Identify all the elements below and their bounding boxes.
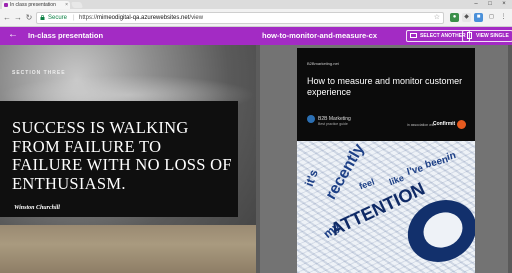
page-title: In-class presentation: [28, 31, 104, 40]
browser-tab[interactable]: In class presentation ×: [2, 1, 70, 9]
right-document-viewer[interactable]: B2Bmarketing.net How to measure and moni…: [260, 45, 512, 273]
quote-card: SUCCESS IS WALKING FROM FAILURE TO FAILU…: [0, 101, 238, 217]
tab-close-icon[interactable]: ×: [65, 1, 68, 9]
forward-icon[interactable]: →: [13, 13, 23, 23]
tab-favicon-icon: [4, 3, 8, 7]
extension-icon[interactable]: ■: [474, 13, 483, 22]
reload-icon[interactable]: ↻: [24, 13, 34, 23]
maximize-icon[interactable]: □: [484, 0, 496, 9]
sponsor-logo-icon: [457, 120, 466, 129]
sponsor-label: in association with: [407, 123, 436, 127]
document-icon: [467, 32, 472, 39]
bookmark-star-icon[interactable]: ☆: [434, 13, 440, 23]
sand: [0, 225, 256, 273]
cover-title: How to measure and monitor customer expe…: [307, 76, 463, 97]
back-arrow-icon[interactable]: ←: [8, 29, 18, 41]
view-single-button[interactable]: VIEW SINGLE: [462, 30, 512, 42]
document-cover: B2Bmarketing.net How to measure and moni…: [297, 48, 475, 141]
section-label: SECTION THREE: [12, 70, 66, 76]
b2b-subtitle: Best practice guide: [318, 122, 348, 126]
extension-icon[interactable]: ◆: [462, 13, 471, 22]
lock-icon: [40, 15, 45, 20]
view-single-label: VIEW SINGLE: [476, 33, 509, 39]
minimize-icon[interactable]: –: [470, 0, 482, 9]
extension-icon[interactable]: ●: [450, 13, 459, 22]
b2b-logo-icon: [307, 115, 315, 123]
secure-label: Secure: [48, 15, 68, 21]
select-another-icon: [410, 33, 417, 38]
cover-brand: B2Bmarketing.net: [307, 61, 339, 66]
app-header: ← In-class presentation how-to-monitor-a…: [0, 27, 512, 45]
url-text: https://mimeodigital-qa.azurewebsites.ne…: [79, 15, 204, 21]
left-slide-viewer[interactable]: SECTION THREE SUCCESS IS WALKING FROM FA…: [0, 45, 256, 273]
document-title: how-to-monitor-and-measure-cx: [262, 31, 378, 40]
url-input[interactable]: Secure | https://mimeodigital-qa.azurewe…: [36, 12, 444, 24]
url-separator: |: [73, 15, 75, 21]
select-another-label: SELECT ANOTHER: [420, 33, 466, 39]
cover-artwork: it's recently my ATTENTION feel like I'v…: [297, 141, 475, 273]
tab-title: In class presentation: [10, 2, 56, 8]
sponsor-name: Confirmit: [433, 121, 456, 127]
back-icon[interactable]: ←: [2, 13, 12, 23]
scrollbar[interactable]: [508, 45, 512, 273]
quote-author: Winston Churchill: [14, 205, 60, 211]
menu-dots-icon[interactable]: ⋮: [499, 13, 508, 22]
quote-text: SUCCESS IS WALKING FROM FAILURE TO FAILU…: [12, 118, 232, 193]
browser-tab-strip: In class presentation × – □ ×: [0, 0, 512, 9]
document-page: B2Bmarketing.net How to measure and moni…: [297, 48, 475, 273]
new-tab-button[interactable]: [70, 2, 84, 8]
select-another-button[interactable]: SELECT ANOTHER: [406, 30, 470, 42]
extension-icon[interactable]: ◻: [487, 13, 496, 22]
window-close-icon[interactable]: ×: [498, 0, 510, 9]
address-bar: ← → ↻ Secure | https://mimeodigital-qa.a…: [0, 9, 512, 27]
